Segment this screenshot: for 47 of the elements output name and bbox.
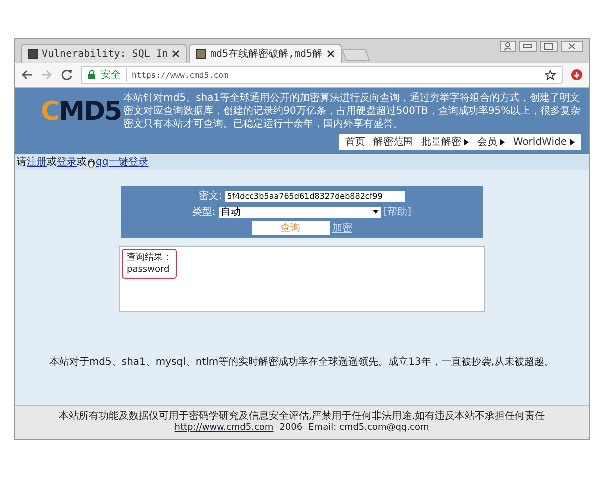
page-icon <box>196 49 206 59</box>
tagline-text: 本站对于md5、sha1、mysql、ntlm等的实时解密成功率在全球遥遥领先。成立13年，一直被抄袭,从未被超越。 <box>49 356 555 369</box>
site-logo: CMD5 <box>40 96 123 126</box>
address-field[interactable]: 安全 https://www.cmd5.com <box>81 66 563 84</box>
close-icon[interactable] <box>172 50 180 58</box>
url-text: https://www.cmd5.com <box>132 70 228 80</box>
footer-notice: 本站所有功能及数据仅可用于密码学研究及信息安全评估,严禁用于任何非法用途,如有违反本站不承担任何责任 <box>58 410 546 423</box>
page-icon <box>28 49 38 59</box>
reload-icon[interactable] <box>61 69 73 81</box>
close-icon[interactable] <box>561 41 583 52</box>
nav-link[interactable]: 会员 <box>477 135 506 149</box>
nav-link[interactable]: WorldWide <box>513 135 575 149</box>
email-text: Email: cmd5.com@qq.com <box>308 423 430 433</box>
maximize-icon[interactable] <box>540 41 558 52</box>
result-label: 查询结果： <box>127 252 172 264</box>
lock-icon <box>88 70 96 80</box>
close-icon[interactable] <box>326 50 335 58</box>
field-label: 类型: <box>192 206 216 219</box>
penguin-icon <box>87 156 96 168</box>
register-link[interactable]: 注册 <box>27 155 47 169</box>
forward-arrow-icon <box>41 69 53 81</box>
qq-login-link[interactable]: qq一键登录 <box>96 155 149 169</box>
tab-title: Vulnerability: SQL In <box>42 48 168 60</box>
star-icon[interactable] <box>545 70 556 80</box>
login-text: 请 <box>17 156 27 169</box>
tab-title: md5在线解密破解,md5解 <box>210 48 323 61</box>
nav-link[interactable]: 解密范围 <box>373 135 414 149</box>
nav-link[interactable]: 批量解密 <box>421 135 470 149</box>
browser-tab[interactable]: md5在线解密破解,md5解 <box>189 44 342 63</box>
security-label: 安全 <box>101 68 127 82</box>
nav-link[interactable]: 首页 <box>345 135 366 149</box>
year-text: 2006 <box>280 423 303 433</box>
browser-tab[interactable]: Vulnerability: SQL In <box>21 44 188 63</box>
login-text: 或 <box>47 156 57 169</box>
user-icon[interactable] <box>500 41 516 52</box>
back-arrow-icon[interactable] <box>21 69 33 81</box>
intro-text: 本站针对md5、sha1等全球通用公开的加密算法进行反向查询，通过穷举字符组合的方式，创建了明文密文对应查询数据库，创建的记录约90万亿条，占用硬盘超过500TB，查询成功率95%以上，很多复杂密文只有本站才可查询。已稳定运行十余年，国内外享有盛誉。 <box>124 92 581 131</box>
login-link[interactable]: 登录 <box>57 155 77 169</box>
dropdown-arrow-icon <box>372 210 379 214</box>
minimize-icon[interactable] <box>519 41 537 52</box>
result-value: password <box>127 264 171 276</box>
login-text: 或 <box>77 156 87 169</box>
field-label: 密文: <box>198 190 222 203</box>
site-link[interactable]: http://www.cmd5.com <box>174 423 274 433</box>
extension-icon[interactable] <box>571 69 583 81</box>
cipher-input[interactable]: 5f4dcc3b5aa765d61d8327deb882cf99 <box>225 190 406 202</box>
type-dropdown[interactable]: 自动 <box>218 206 381 218</box>
